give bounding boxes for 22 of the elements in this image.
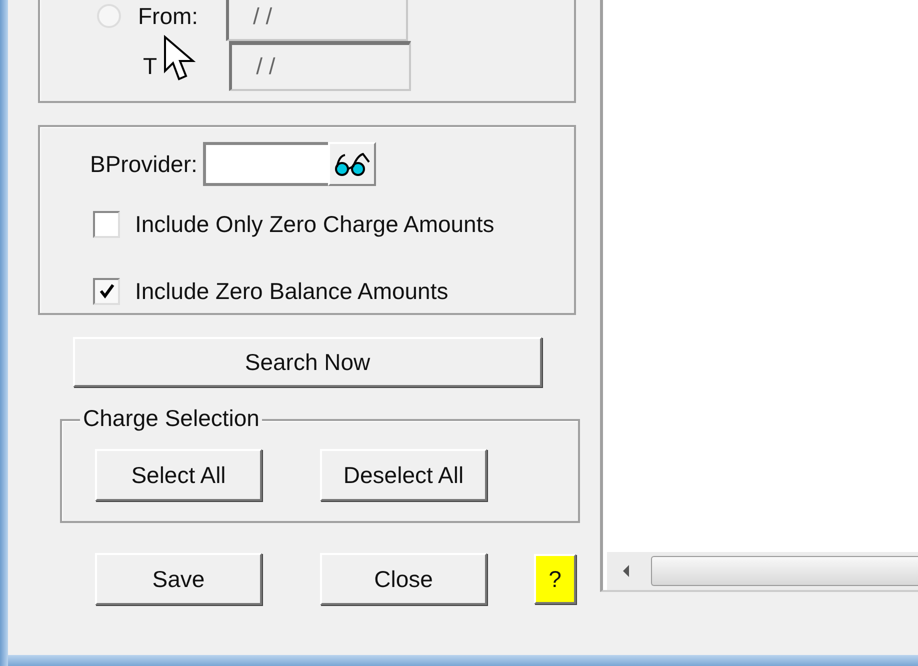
- from-label: From:: [138, 2, 200, 30]
- lookup-button[interactable]: [328, 142, 376, 186]
- from-radio[interactable]: [97, 4, 121, 28]
- mouse-cursor-icon: [163, 35, 197, 83]
- checkbox[interactable]: [93, 210, 120, 238]
- help-button[interactable]: ?: [534, 554, 576, 604]
- provider-field[interactable]: [203, 142, 328, 186]
- search-button[interactable]: Search Now: [73, 337, 542, 387]
- checkbox-label: Include Only Zero Charge Amounts: [135, 210, 494, 238]
- selection-button[interactable]: Select All: [95, 449, 262, 501]
- footer-button[interactable]: Save: [95, 553, 262, 605]
- to-label: T: [143, 52, 158, 80]
- scroll-thumb[interactable]: [651, 556, 918, 586]
- glasses-icon: [333, 150, 372, 178]
- selection-button[interactable]: Deselect All: [320, 449, 487, 501]
- checkbox-label: Include Zero Balance Amounts: [135, 278, 448, 304]
- check-icon: [98, 282, 116, 300]
- horizontal-scrollbar[interactable]: [607, 552, 918, 590]
- footer-button[interactable]: Close: [320, 553, 487, 605]
- left-arrow-icon[interactable]: [621, 564, 631, 578]
- checkbox[interactable]: [93, 278, 120, 304]
- provider-label: BProvider:: [90, 150, 198, 178]
